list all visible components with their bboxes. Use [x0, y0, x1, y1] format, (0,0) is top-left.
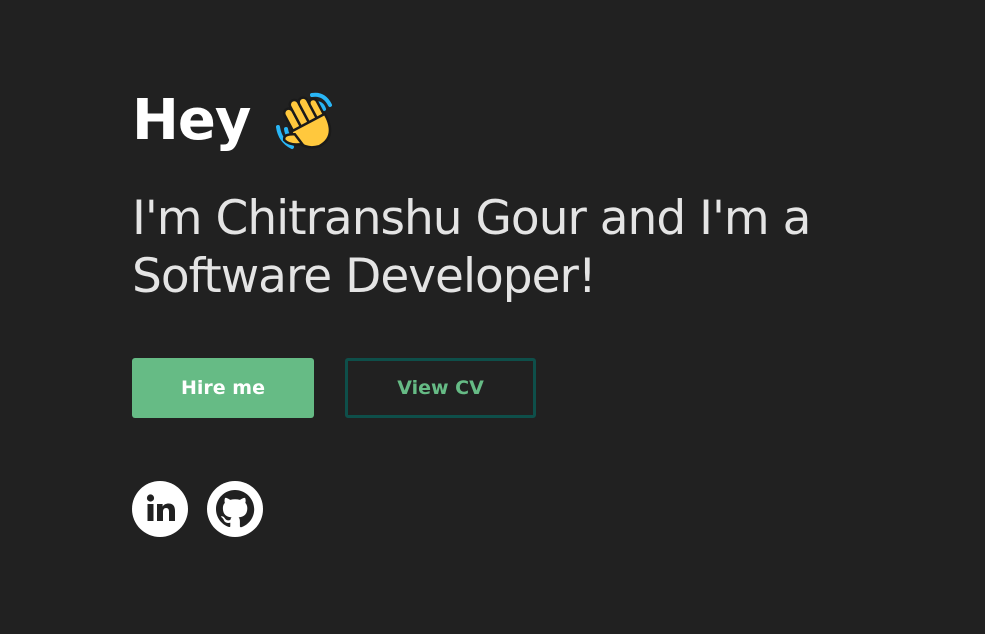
github-icon	[216, 490, 255, 528]
intro-heading: I'm Chitranshu Gour and I'm a Software D…	[132, 190, 912, 306]
intro-line-2: Software Developer!	[132, 249, 597, 304]
greeting-text: Hey	[132, 88, 251, 153]
hero-section: Hey I'm Chitranshu Gour and I'm a Softwa…	[132, 84, 932, 306]
github-link[interactable]	[207, 481, 263, 537]
intro-line-1: I'm Chitranshu Gour and I'm a	[132, 191, 811, 246]
greeting: Hey	[132, 84, 932, 158]
waving-hand-icon	[272, 87, 340, 155]
page: Hey I'm Chitranshu Gour and I'm a Softwa…	[0, 0, 985, 634]
social-links	[132, 481, 263, 537]
cta-buttons: Hire me View CV	[132, 358, 536, 418]
linkedin-icon	[146, 494, 175, 521]
hire-me-button[interactable]: Hire me	[132, 358, 314, 418]
linkedin-link[interactable]	[132, 481, 188, 537]
view-cv-button[interactable]: View CV	[345, 358, 536, 418]
